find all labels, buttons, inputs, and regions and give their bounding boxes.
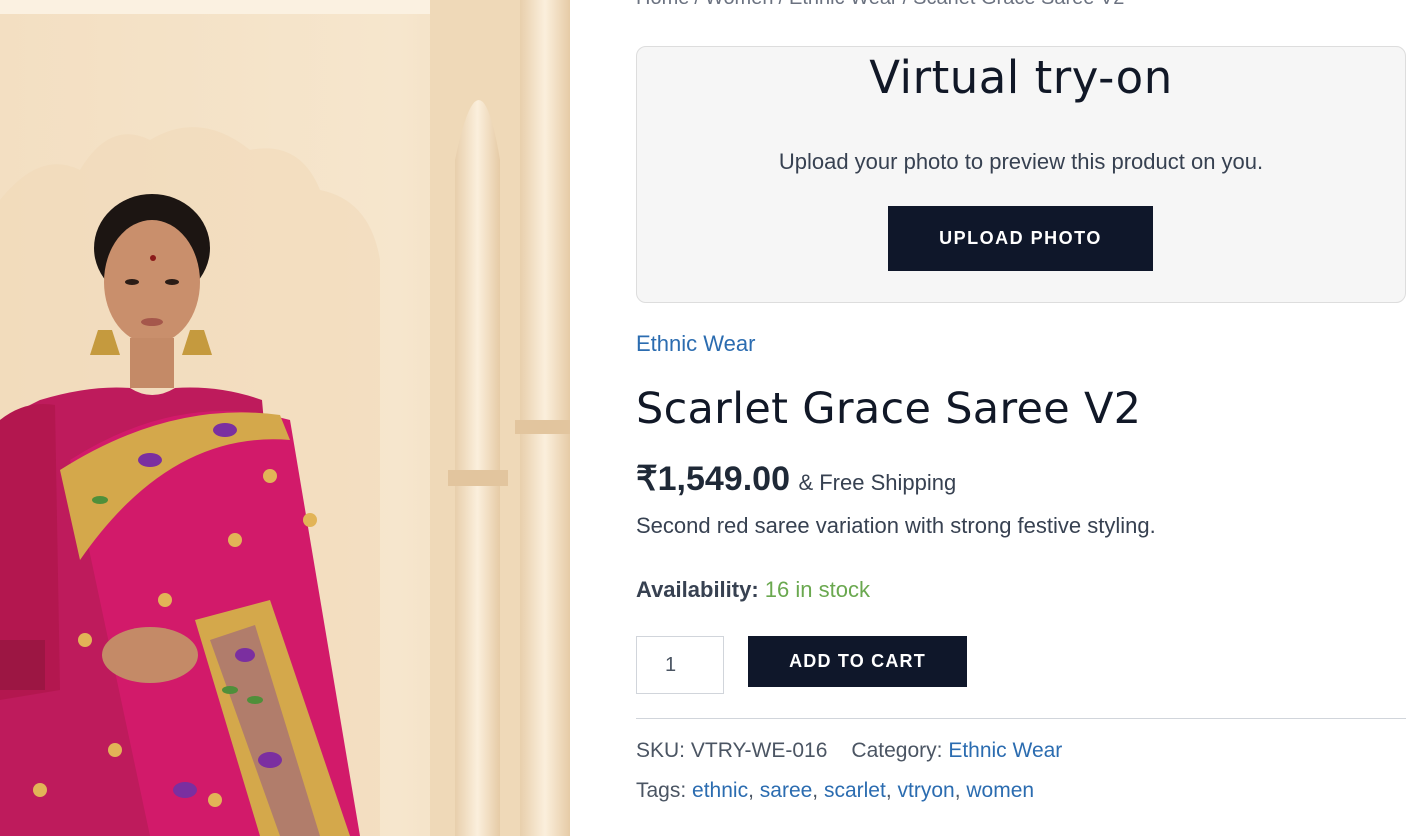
tag-link-scarlet[interactable]: scarlet bbox=[824, 779, 886, 802]
product-title: Scarlet Grace Saree V2 bbox=[636, 384, 1142, 434]
breadcrumb-separator: / bbox=[694, 0, 700, 9]
product-meta: SKU: VTRY-WE-016 Category: Ethnic Wear bbox=[636, 739, 1062, 763]
tryon-subtitle: Upload your photo to preview this produc… bbox=[778, 149, 1264, 174]
category-label: Category: bbox=[851, 739, 943, 762]
availability-label: Availability: bbox=[636, 577, 759, 602]
tag-link-saree[interactable]: saree bbox=[760, 779, 813, 802]
breadcrumb-separator: / bbox=[903, 0, 909, 9]
product-image[interactable] bbox=[0, 0, 570, 836]
upload-photo-button[interactable]: UPLOAD PHOTO bbox=[888, 206, 1153, 271]
availability: Availability: 16 in stock bbox=[636, 577, 870, 603]
divider bbox=[636, 718, 1406, 719]
tryon-title: Virtual try-on bbox=[869, 51, 1173, 104]
sku-value: VTRY-WE-016 bbox=[690, 739, 828, 762]
breadcrumb-home[interactable]: Home bbox=[636, 0, 689, 9]
breadcrumb-current: Scarlet Grace Saree V2 bbox=[913, 0, 1124, 9]
tag-link-ethnic[interactable]: ethnic bbox=[692, 779, 748, 802]
product-tags: Tags: ethnic, saree, scarlet, vtryon, wo… bbox=[636, 779, 1035, 802]
sku-label: SKU: bbox=[636, 739, 686, 762]
virtual-tryon-panel: Virtual try-on Upload your photo to prev… bbox=[636, 46, 1406, 303]
price-row: ₹1,549.00 & Free Shipping bbox=[636, 459, 956, 499]
product-short-description: Second red saree variation with strong f… bbox=[636, 513, 1156, 538]
tag-link-women[interactable]: women bbox=[966, 779, 1034, 802]
breadcrumb: Home / Women / Ethnic Wear / Scarlet Grace Sar… bbox=[636, 0, 1124, 10]
breadcrumb-women[interactable]: Women bbox=[705, 0, 774, 9]
tag-link-vtryon[interactable]: vtryon bbox=[898, 779, 955, 802]
add-to-cart-button[interactable]: ADD TO CART bbox=[748, 636, 967, 687]
breadcrumb-ethnic-wear[interactable]: Ethnic Wear bbox=[789, 0, 898, 9]
tags-label: Tags: bbox=[636, 779, 687, 802]
meta-category-link[interactable]: Ethnic Wear bbox=[948, 739, 1062, 762]
shipping-note: & Free Shipping bbox=[798, 470, 957, 495]
product-summary: Home / Women / Ethnic Wear / Scarlet Grace Sar… bbox=[636, 0, 1406, 836]
quantity-input[interactable] bbox=[636, 636, 724, 694]
breadcrumb-separator: / bbox=[778, 0, 784, 9]
product-category-link[interactable]: Ethnic Wear bbox=[636, 331, 755, 357]
product-price: ₹1,549.00 bbox=[636, 460, 790, 498]
stock-status: 16 in stock bbox=[764, 577, 870, 602]
